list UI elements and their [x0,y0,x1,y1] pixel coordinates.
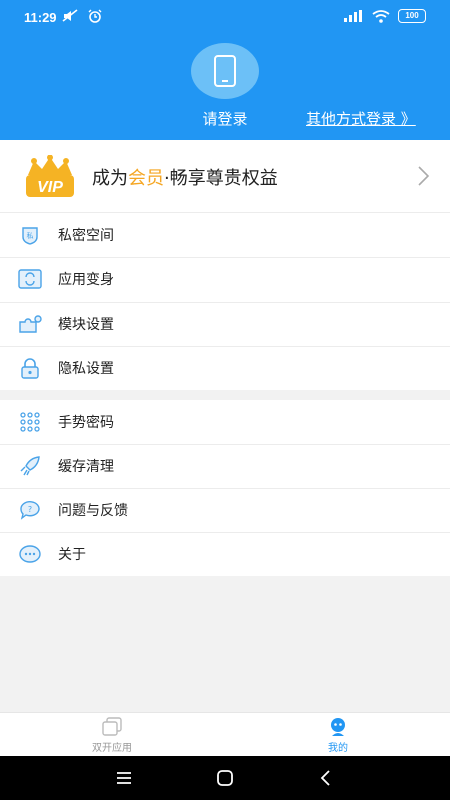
menu-item-label: 手势密码 [58,415,114,431]
tab-dual-apps[interactable]: 双开应用 [52,713,172,757]
puzzle-icon [18,312,42,336]
tab-label: 双开应用 [92,743,132,754]
chevron-right-icon [418,166,430,186]
status-bar: 11:29 100 [0,0,450,34]
menu-item-label: 隐私设置 [58,360,114,377]
profile-header: 11:29 100 请登录 其他方式登录 》 [0,0,450,140]
tab-label: 我的 [328,743,348,754]
info-bubble-icon [18,542,42,566]
transform-icon [18,267,42,291]
menu-item-feedback[interactable]: ? 问题与反馈 [0,488,450,532]
login-button[interactable]: 请登录 [196,108,254,129]
phone-icon [214,55,236,87]
rocket-icon [18,454,42,478]
system-nav-bar [0,756,450,800]
svg-text:?: ? [28,505,32,514]
menu-item-label: 应用变身 [58,272,114,289]
lock-icon [18,356,42,380]
vip-text-prefix: 成为 [92,168,128,189]
tab-mine[interactable]: 我的 [278,713,398,757]
menu-item-about[interactable]: 关于 [0,532,450,576]
menu-item-label: 问题与反馈 [58,503,128,519]
menu-item-module-settings[interactable]: 模块设置 [0,301,450,346]
vip-badge-text: VIP [37,179,63,196]
alarm-icon [88,9,102,23]
menu-icon[interactable] [114,768,134,788]
mute-icon [62,9,78,22]
gesture-dots-icon [18,410,42,434]
vip-banner[interactable]: VIP 成为会员·畅享尊贵权益 [0,140,450,213]
vip-crown-icon: VIP [26,155,74,197]
svg-text:私: 私 [27,231,34,240]
menu-item-cache-cleanup[interactable]: 缓存清理 [0,444,450,488]
menu-item-label: 缓存清理 [58,459,114,475]
menu-item-app-transform[interactable]: 应用变身 [0,257,450,301]
vip-text-suffix: ·畅享尊贵权益 [164,168,278,189]
menu-item-gesture-password[interactable]: 手势密码 [0,400,450,444]
profile-icon [331,718,345,736]
back-icon[interactable] [316,768,336,788]
menu-item-label: 模块设置 [58,316,114,333]
menu-section-secondary: 手势密码 缓存清理 ? 问题与反馈 关于 [0,400,450,576]
vip-slogan: 成为会员·畅享尊贵权益 [92,164,278,190]
bottom-nav: 双开应用 我的 [0,712,450,756]
menu-section-primary: 私 私密空间 应用变身 模块设置 隐私设置 [0,213,450,390]
vip-text-accent: 会员 [128,168,164,189]
feedback-icon: ? [18,498,42,522]
menu-item-label: 私密空间 [58,228,114,245]
battery-icon: 100 [398,9,426,23]
dual-apps-icon [102,717,122,736]
status-time: 11:29 [24,10,57,25]
home-icon[interactable] [215,768,235,788]
other-login-link[interactable]: 其他方式登录 》 [306,108,416,129]
menu-item-privacy-settings[interactable]: 隐私设置 [0,345,450,390]
wifi-icon [372,9,390,23]
menu-item-label: 关于 [58,547,86,563]
menu-item-private-space[interactable]: 私 私密空间 [0,213,450,257]
signal-icon [344,10,362,22]
avatar[interactable] [191,43,259,99]
shield-icon: 私 [18,223,42,247]
